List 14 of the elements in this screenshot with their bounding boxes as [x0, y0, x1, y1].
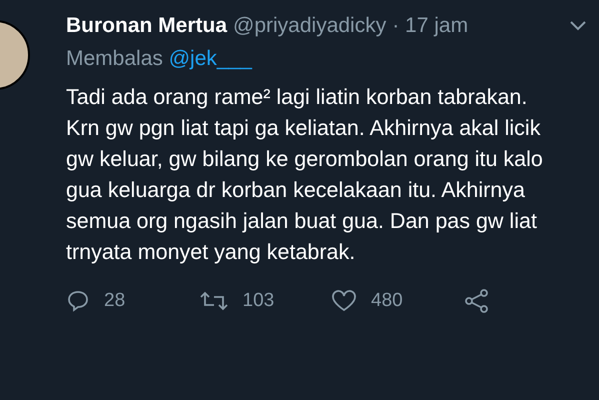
- user-handle[interactable]: @priyadiyadicky: [233, 12, 386, 40]
- like-button[interactable]: 480: [331, 288, 464, 314]
- timestamp: · 17 jam: [392, 13, 468, 39]
- retweet-icon: [198, 289, 228, 313]
- display-name[interactable]: Buronan Mertua: [66, 12, 228, 40]
- retweet-button[interactable]: 103: [198, 288, 331, 314]
- chevron-down-icon[interactable]: [570, 21, 586, 31]
- mention-link[interactable]: @jek___: [168, 47, 252, 70]
- reply-button[interactable]: 28: [66, 288, 198, 314]
- tweet-text: Tadi ada orang rame² lagi liatin korban tabrakan. Krn gw pgn liat tapi ga keliatan. Akhirnya akal licik gw keluar, gw bilang ke gerombolan orang itu kalo gua keluarga dr korban kecelakaan itu. Akhirnya semua org ngasih jalan buat gua. Dan pas gw liat trnyata monyet yang ketabrak.: [66, 84, 544, 266]
- speech-bubble-icon: [66, 289, 90, 313]
- share-icon: [464, 288, 490, 314]
- heart-icon: [331, 289, 357, 313]
- reply-label: Membalas: [66, 47, 163, 70]
